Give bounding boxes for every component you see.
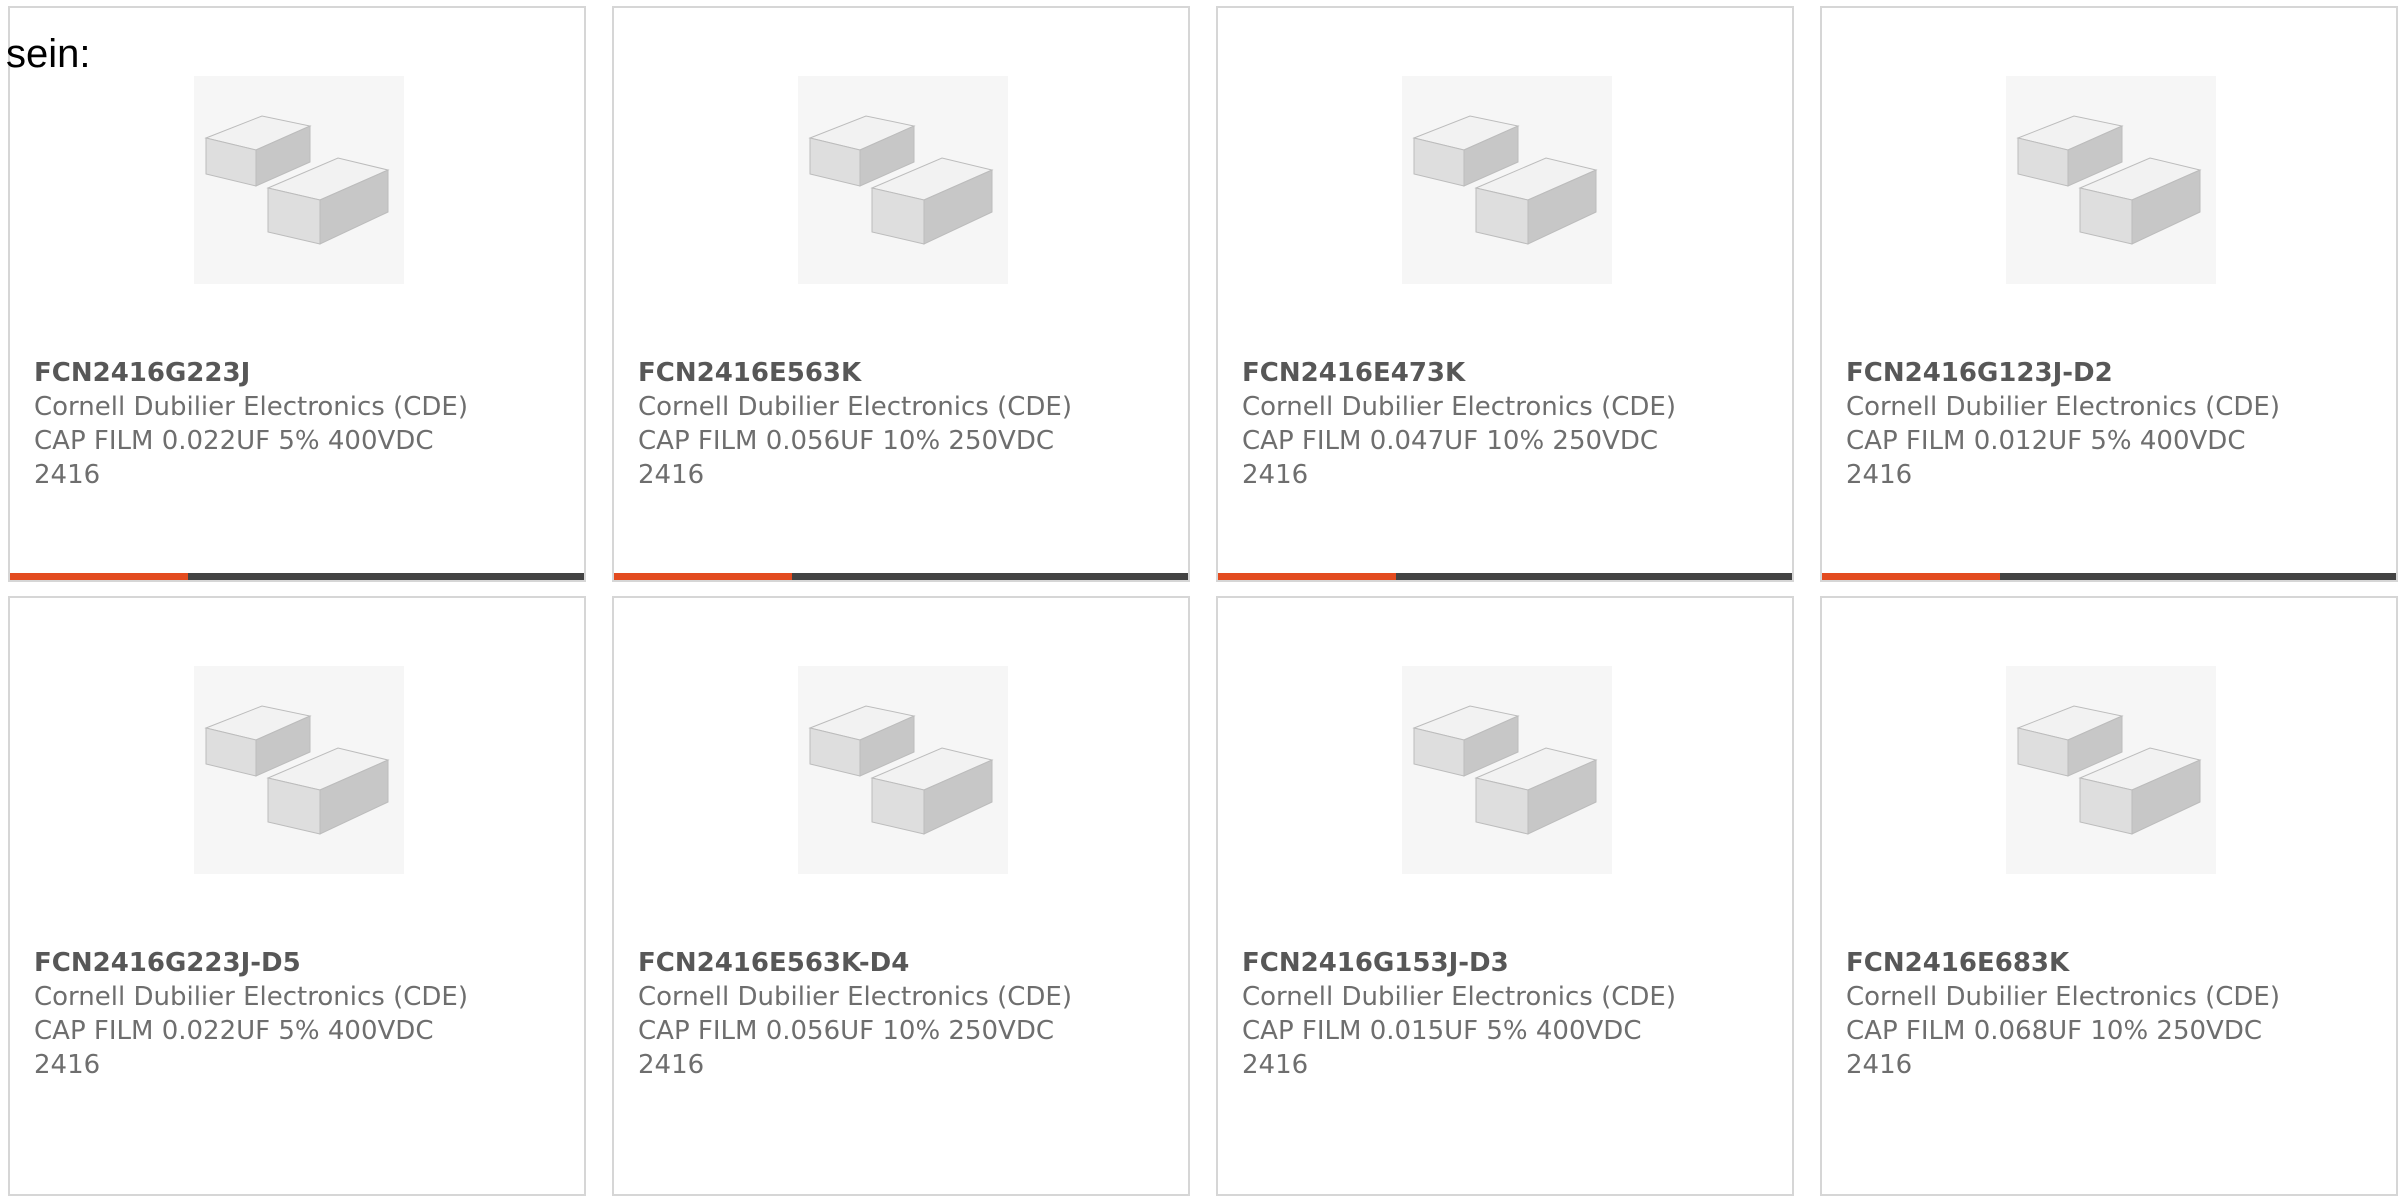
part-number-link[interactable]: FCN2416G223J [34, 356, 564, 390]
product-info: FCN2416E563K-D4 Cornell Dubilier Electro… [638, 946, 1168, 1082]
product-info: FCN2416E683K Cornell Dubilier Electronic… [1846, 946, 2376, 1082]
description-label: CAP FILM 0.056UF 10% 250VDC [638, 1016, 1055, 1046]
product-info: FCN2416E563K Cornell Dubilier Electronic… [638, 356, 1168, 492]
card-accent-bar-fill [614, 573, 792, 580]
product-image[interactable] [798, 666, 1008, 874]
film-capacitor-pair-icon [1402, 666, 1612, 874]
package-label: 2416 [638, 1050, 705, 1080]
product-card[interactable]: FCN2416E563K Cornell Dubilier Electronic… [612, 6, 1190, 582]
card-accent-bar [614, 573, 1188, 580]
product-info: FCN2416G223J-D5 Cornell Dubilier Electro… [34, 946, 564, 1082]
description-label: CAP FILM 0.015UF 5% 400VDC [1242, 1016, 1642, 1046]
description-label: CAP FILM 0.047UF 10% 250VDC [1242, 426, 1659, 456]
product-card[interactable]: FCN2416G223J Cornell Dubilier Electronic… [8, 6, 586, 582]
part-number-link[interactable]: FCN2416G123J-D2 [1846, 356, 2376, 390]
part-number-link[interactable]: FCN2416G223J-D5 [34, 946, 564, 980]
manufacturer-label: Cornell Dubilier Electronics (CDE) [1242, 392, 1676, 422]
card-accent-bar [1822, 573, 2396, 580]
product-info: FCN2416G123J-D2 Cornell Dubilier Electro… [1846, 356, 2376, 492]
description-label: CAP FILM 0.022UF 5% 400VDC [34, 1016, 434, 1046]
part-number-link[interactable]: FCN2416E563K [638, 356, 1168, 390]
manufacturer-label: Cornell Dubilier Electronics (CDE) [34, 982, 468, 1012]
card-accent-bar [1218, 573, 1792, 580]
part-number-link[interactable]: FCN2416G153J-D3 [1242, 946, 1772, 980]
part-number-link[interactable]: FCN2416E683K [1846, 946, 2376, 980]
package-label: 2416 [638, 460, 705, 490]
film-capacitor-pair-icon [798, 666, 1008, 874]
product-info: FCN2416G223J Cornell Dubilier Electronic… [34, 356, 564, 492]
product-grid: FCN2416G223J Cornell Dubilier Electronic… [8, 6, 2398, 1196]
card-accent-bar-fill [1218, 573, 1396, 580]
part-number-link[interactable]: FCN2416E473K [1242, 356, 1772, 390]
description-label: CAP FILM 0.022UF 5% 400VDC [34, 426, 434, 456]
product-image[interactable] [1402, 76, 1612, 284]
manufacturer-label: Cornell Dubilier Electronics (CDE) [1242, 982, 1676, 1012]
description-label: CAP FILM 0.012UF 5% 400VDC [1846, 426, 2246, 456]
card-accent-bar [10, 573, 584, 580]
film-capacitor-pair-icon [194, 76, 404, 284]
package-label: 2416 [34, 1050, 101, 1080]
product-card[interactable]: FCN2416E473K Cornell Dubilier Electronic… [1216, 6, 1794, 582]
product-image[interactable] [2006, 76, 2216, 284]
product-image[interactable] [194, 76, 404, 284]
product-card[interactable]: FCN2416E683K Cornell Dubilier Electronic… [1820, 596, 2398, 1196]
part-number-link[interactable]: FCN2416E563K-D4 [638, 946, 1168, 980]
manufacturer-label: Cornell Dubilier Electronics (CDE) [638, 392, 1072, 422]
film-capacitor-pair-icon [2006, 76, 2216, 284]
package-label: 2416 [1242, 460, 1309, 490]
film-capacitor-pair-icon [1402, 76, 1612, 284]
package-label: 2416 [1846, 460, 1913, 490]
intro-text: sein: [6, 32, 91, 76]
manufacturer-label: Cornell Dubilier Electronics (CDE) [1846, 392, 2280, 422]
product-image[interactable] [798, 76, 1008, 284]
product-card[interactable]: FCN2416E563K-D4 Cornell Dubilier Electro… [612, 596, 1190, 1196]
description-label: CAP FILM 0.068UF 10% 250VDC [1846, 1016, 2263, 1046]
product-card[interactable]: FCN2416G153J-D3 Cornell Dubilier Electro… [1216, 596, 1794, 1196]
package-label: 2416 [1846, 1050, 1913, 1080]
manufacturer-label: Cornell Dubilier Electronics (CDE) [1846, 982, 2280, 1012]
card-accent-bar-fill [1822, 573, 2000, 580]
product-card[interactable]: FCN2416G123J-D2 Cornell Dubilier Electro… [1820, 6, 2398, 582]
product-card[interactable]: FCN2416G223J-D5 Cornell Dubilier Electro… [8, 596, 586, 1196]
package-label: 2416 [1242, 1050, 1309, 1080]
description-label: CAP FILM 0.056UF 10% 250VDC [638, 426, 1055, 456]
package-label: 2416 [34, 460, 101, 490]
film-capacitor-pair-icon [194, 666, 404, 874]
film-capacitor-pair-icon [2006, 666, 2216, 874]
product-info: FCN2416E473K Cornell Dubilier Electronic… [1242, 356, 1772, 492]
film-capacitor-pair-icon [798, 76, 1008, 284]
product-image[interactable] [1402, 666, 1612, 874]
manufacturer-label: Cornell Dubilier Electronics (CDE) [34, 392, 468, 422]
card-accent-bar-fill [10, 573, 188, 580]
product-image[interactable] [2006, 666, 2216, 874]
product-info: FCN2416G153J-D3 Cornell Dubilier Electro… [1242, 946, 1772, 1082]
manufacturer-label: Cornell Dubilier Electronics (CDE) [638, 982, 1072, 1012]
product-image[interactable] [194, 666, 404, 874]
